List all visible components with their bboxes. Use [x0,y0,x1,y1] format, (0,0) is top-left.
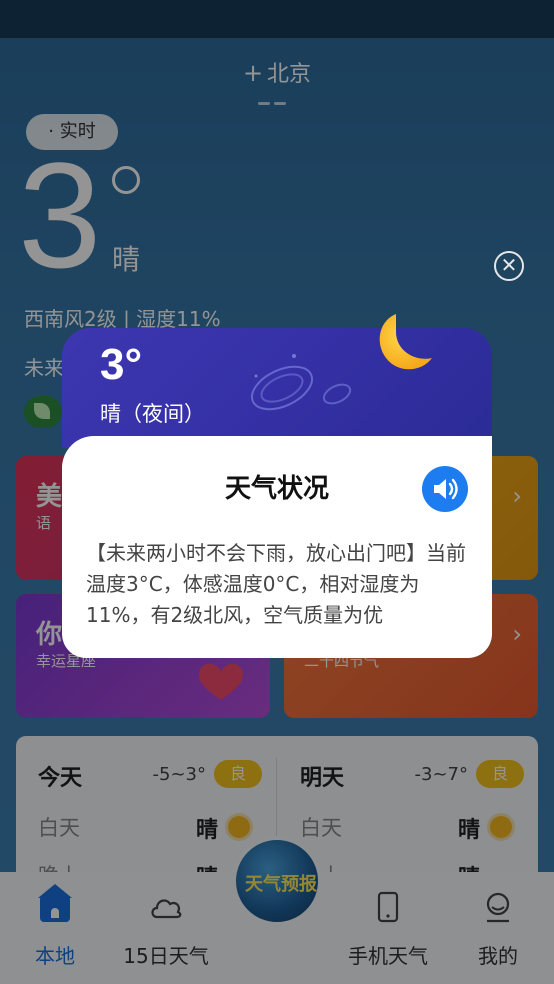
dialog-condition: 晴（夜间） [100,402,205,426]
weather-status-dialog: 3° 晴（夜间） 天气状况 【未来两小时不会下雨，放心出门吧】当前温度3°C，体… [62,314,492,658]
close-icon[interactable]: ✕ [494,251,524,281]
dialog-temperature: 3° [100,340,143,389]
moon-icon [379,314,432,370]
wind-swirl-icon [251,354,352,411]
dialog-body: 天气状况 【未来两小时不会下雨，放心出门吧】当前温度3°C，体感温度0°C，相对… [62,436,492,658]
speaker-icon[interactable] [422,466,468,512]
dialog-description: 【未来两小时不会下雨，放心出门吧】当前温度3°C，体感温度0°C，相对湿度为11… [86,541,466,627]
